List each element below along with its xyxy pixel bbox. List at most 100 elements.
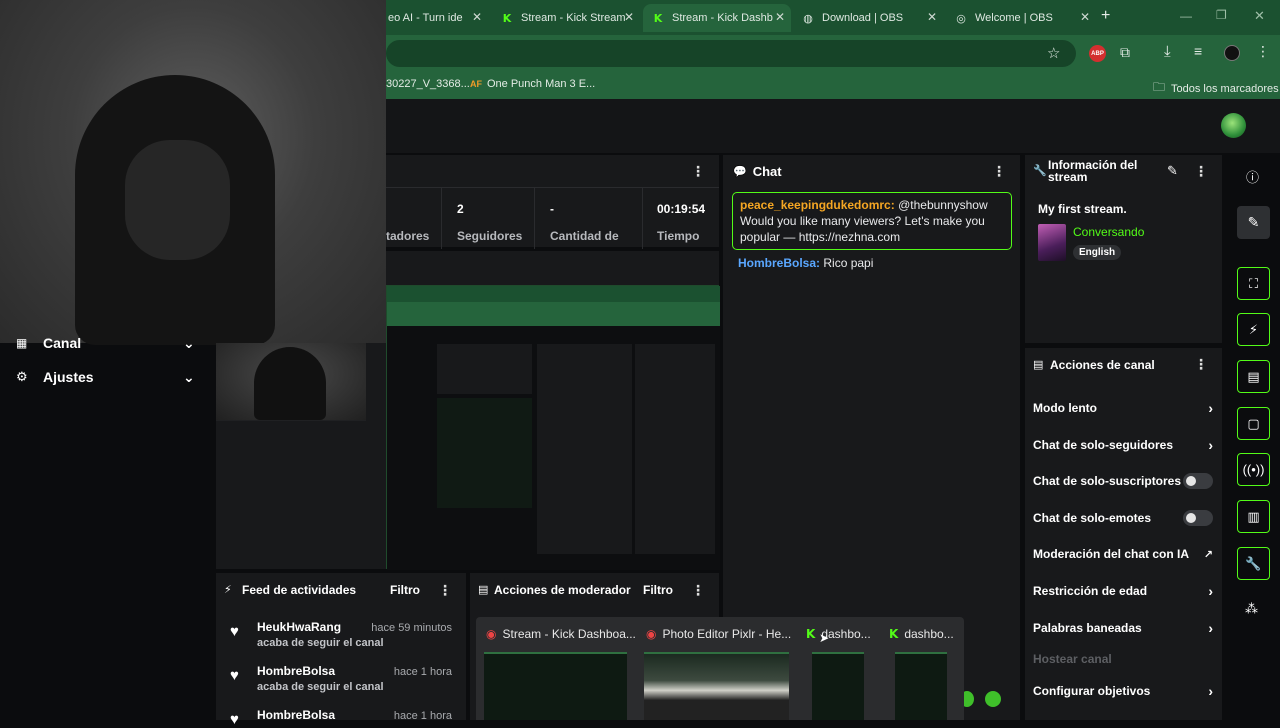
stat-amount: - Cantidad de [536, 187, 643, 249]
kick-icon: K [806, 627, 816, 641]
action-age-restriction[interactable]: Restricción de edad › [1033, 583, 1213, 599]
kick-icon: K [653, 11, 663, 25]
user-avatar[interactable] [1221, 113, 1246, 138]
chevron-right-icon: › [1208, 437, 1213, 453]
wrench-icon: 🔧 [1033, 165, 1047, 177]
browser-menu-icon[interactable]: ⋮ [1256, 43, 1270, 60]
category-link[interactable]: Conversando [1073, 225, 1144, 239]
mod-actions-title: Acciones de moderador [494, 583, 631, 597]
sidebar-item-canal[interactable]: ▦ Canal ⌄ [16, 335, 201, 355]
action-subscribers-only: Chat de solo-suscriptores [1033, 473, 1213, 489]
external-link-icon: ↗ [1203, 548, 1213, 561]
channel-actions-menu-icon[interactable]: ⋮ [1194, 356, 1208, 373]
browser-tab-3[interactable]: ◍ Download | OBS ✕ [795, 4, 943, 32]
stats-menu-icon[interactable]: ⋮ [691, 163, 705, 180]
profile-avatar[interactable] [1224, 45, 1240, 61]
webcam-preview-small [216, 343, 366, 420]
adblock-icon[interactable]: ABP [1089, 45, 1106, 62]
fullscreen-icon[interactable]: ⛶ [1237, 267, 1270, 300]
emote-icon[interactable] [985, 691, 1001, 707]
emotes-only-toggle[interactable] [1183, 510, 1213, 526]
chevron-down-icon: ⌄ [183, 335, 195, 351]
tab-close-icon[interactable]: ✕ [927, 10, 937, 24]
chat-header: 💬 Chat [723, 155, 1020, 187]
activity-filter-button[interactable]: Filtro [390, 583, 420, 597]
download-icon[interactable]: ⤓ [1164, 43, 1171, 60]
chat-menu-icon[interactable]: ⋮ [992, 163, 1006, 180]
taskbar-thumb[interactable]: ◉ Photo Editor Pixlr - He... [638, 622, 795, 720]
maximize-icon[interactable]: ❐ [1216, 8, 1227, 22]
chevron-right-icon: › [1208, 620, 1213, 636]
chat-icon[interactable]: ▢ [1237, 407, 1270, 440]
tab-close-icon[interactable]: ✕ [472, 10, 482, 24]
widgets-icon[interactable]: ⁂ [1245, 601, 1258, 617]
minimize-icon[interactable]: — [1180, 9, 1192, 23]
chrome-icon: ◉ [646, 627, 657, 641]
all-bookmarks[interactable]: 🗀 Todos los marcadores [1153, 78, 1279, 99]
subscribers-only-toggle[interactable] [1183, 473, 1213, 489]
sidebar-item-ajustes[interactable]: ⚙ Ajustes ⌄ [16, 369, 201, 389]
bookmark-item[interactable]: 30227_V_3368... [386, 78, 470, 90]
lightning-icon[interactable]: ⚡ [1237, 313, 1270, 346]
mod-filter-button[interactable]: Filtro [643, 583, 673, 597]
broadcast-icon[interactable]: ((•)) [1237, 453, 1270, 486]
info-icon[interactable]: ⓘ [1246, 167, 1259, 186]
action-slow-mode[interactable]: Modo lento › [1033, 400, 1213, 416]
taskbar-thumb[interactable]: ◉ Stream - Kick Dashboa... [478, 622, 636, 720]
browser-tab-2-active[interactable]: K Stream - Kick Dashb ✕ [643, 4, 791, 32]
stats-panel: ⋮ tadores 2 Seguidores - Cantidad de 00:… [386, 155, 719, 249]
chat-bubble-icon: 💬 [733, 165, 747, 178]
language-badge: English [1073, 245, 1122, 260]
heart-icon: ♥ [230, 623, 239, 640]
edit-layout-icon[interactable]: ✎ [1237, 206, 1270, 239]
stream-info-menu-icon[interactable]: ⋮ [1194, 163, 1208, 180]
kick-icon: K [889, 627, 899, 641]
browser-tab-4[interactable]: ◎ Welcome | OBS ✕ [948, 4, 1096, 32]
chrome-icon: ◉ [486, 627, 497, 641]
media-control-icon[interactable]: ≡ [1194, 43, 1202, 59]
tab-close-icon[interactable]: ✕ [624, 10, 634, 24]
globe-icon: ◎ [956, 12, 966, 25]
bookmark-item[interactable]: AF One Punch Man 3 E... [470, 78, 595, 90]
browser-tab-0[interactable]: eo AI - Turn ide ✕ [388, 4, 488, 32]
extensions-icon[interactable]: ⧉ [1120, 44, 1130, 61]
document-icon[interactable]: ▤ [1237, 360, 1270, 393]
chevron-right-icon: › [1208, 400, 1213, 416]
document-icon: ▤ [478, 584, 489, 596]
chat-message-highlighted: peace_keepingdukedomrc: @thebunnyshow Wo… [732, 192, 1012, 250]
action-configure-goals[interactable]: Configurar objetivos › [1033, 683, 1213, 699]
chat-title: Chat [752, 163, 782, 179]
stat-time: 00:19:54 Tiempo [657, 202, 706, 243]
tab-title: Welcome | OBS [975, 12, 1053, 24]
action-banned-words[interactable]: Palabras baneadas › [1033, 620, 1213, 636]
tab-close-icon[interactable]: ✕ [775, 10, 785, 24]
taskbar-thumb[interactable]: Kdashbo... [881, 622, 961, 720]
category-thumbnail[interactable] [1038, 224, 1066, 261]
chevron-down-icon: ⌄ [183, 369, 195, 385]
chat-username[interactable]: peace_keepingdukedomrc: [740, 198, 895, 212]
browser-tab-1[interactable]: K Stream - Kick Stream ✕ [492, 4, 640, 32]
url-field[interactable] [386, 40, 1076, 67]
tab-close-icon[interactable]: ✕ [1080, 10, 1090, 24]
taskbar-thumb[interactable]: Kdashbo... [798, 622, 878, 720]
chat-username[interactable]: HombreBolsa: [738, 256, 820, 270]
stream-preview-video[interactable] [386, 285, 720, 570]
window-close-icon[interactable]: ✕ [1254, 8, 1265, 24]
tab-title: Stream - Kick Stream [521, 12, 626, 24]
edit-pencil-icon[interactable]: ✎ [1167, 163, 1178, 179]
mod-actions-menu-icon[interactable]: ⋮ [691, 582, 705, 599]
new-tab-button[interactable]: + [1101, 7, 1110, 25]
wrench-tool-icon[interactable]: 🔧 [1237, 547, 1270, 580]
bookmark-star-icon[interactable]: ☆ [1047, 44, 1060, 62]
action-host-channel: Hostear canal [1033, 652, 1112, 666]
action-ai-moderation[interactable]: Moderación del chat con IA ↗ [1033, 547, 1213, 561]
activity-item: ♥ HeukHwaRang acaba de seguir el canal h… [230, 620, 452, 649]
layout-icon[interactable]: ▥ [1237, 500, 1270, 533]
chevron-right-icon: › [1208, 583, 1213, 599]
obs-icon: ◍ [803, 12, 813, 25]
action-followers-only[interactable]: Chat de solo-seguidores › [1033, 437, 1213, 453]
chat-message-text: peace_keepingdukedomrc: @thebunnyshow Wo… [740, 198, 988, 244]
activity-feed-menu-icon[interactable]: ⋮ [438, 582, 452, 599]
mouse-cursor: ➤ [819, 631, 830, 645]
heart-icon: ♥ [230, 667, 239, 684]
